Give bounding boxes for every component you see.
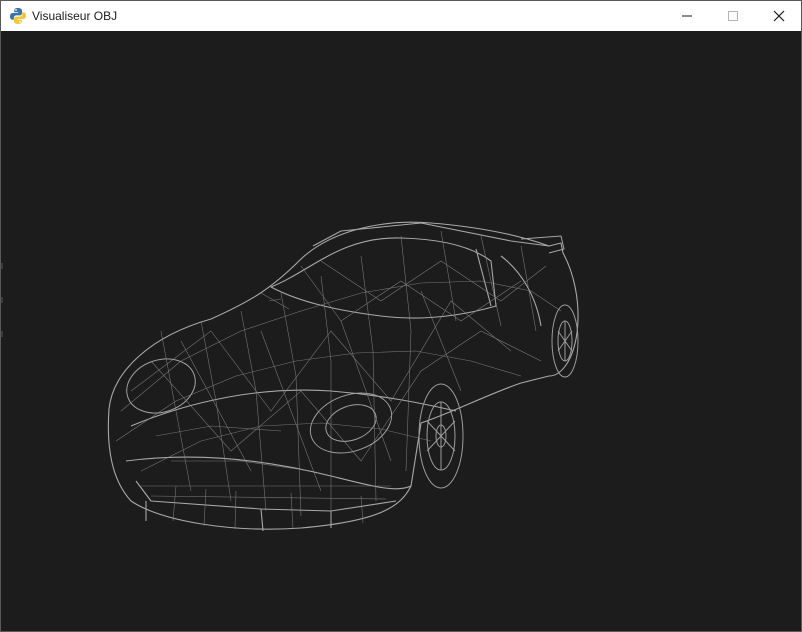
render-viewport[interactable] bbox=[1, 31, 801, 631]
window-edge-mark bbox=[1, 297, 3, 303]
rear-spoiler bbox=[520, 235, 565, 254]
minimize-button[interactable] bbox=[664, 1, 710, 31]
wheels bbox=[418, 304, 579, 489]
mesh-lines bbox=[115, 230, 562, 530]
python-logo-icon bbox=[9, 7, 27, 25]
title-bar[interactable]: Visualiseur OBJ bbox=[1, 1, 801, 31]
window-edge-mark bbox=[1, 331, 3, 337]
close-button[interactable] bbox=[756, 1, 801, 31]
close-icon bbox=[773, 10, 785, 22]
window-edge-mark bbox=[1, 263, 3, 269]
car-outline bbox=[107, 221, 579, 532]
window-title: Visualiseur OBJ bbox=[32, 9, 118, 23]
maximize-icon bbox=[727, 10, 739, 22]
minimize-icon bbox=[681, 10, 693, 22]
wireframe-car-model bbox=[107, 221, 579, 532]
app-window: Visualiseur OBJ bbox=[0, 0, 802, 632]
maximize-button[interactable] bbox=[710, 1, 756, 31]
headlights bbox=[126, 358, 393, 454]
